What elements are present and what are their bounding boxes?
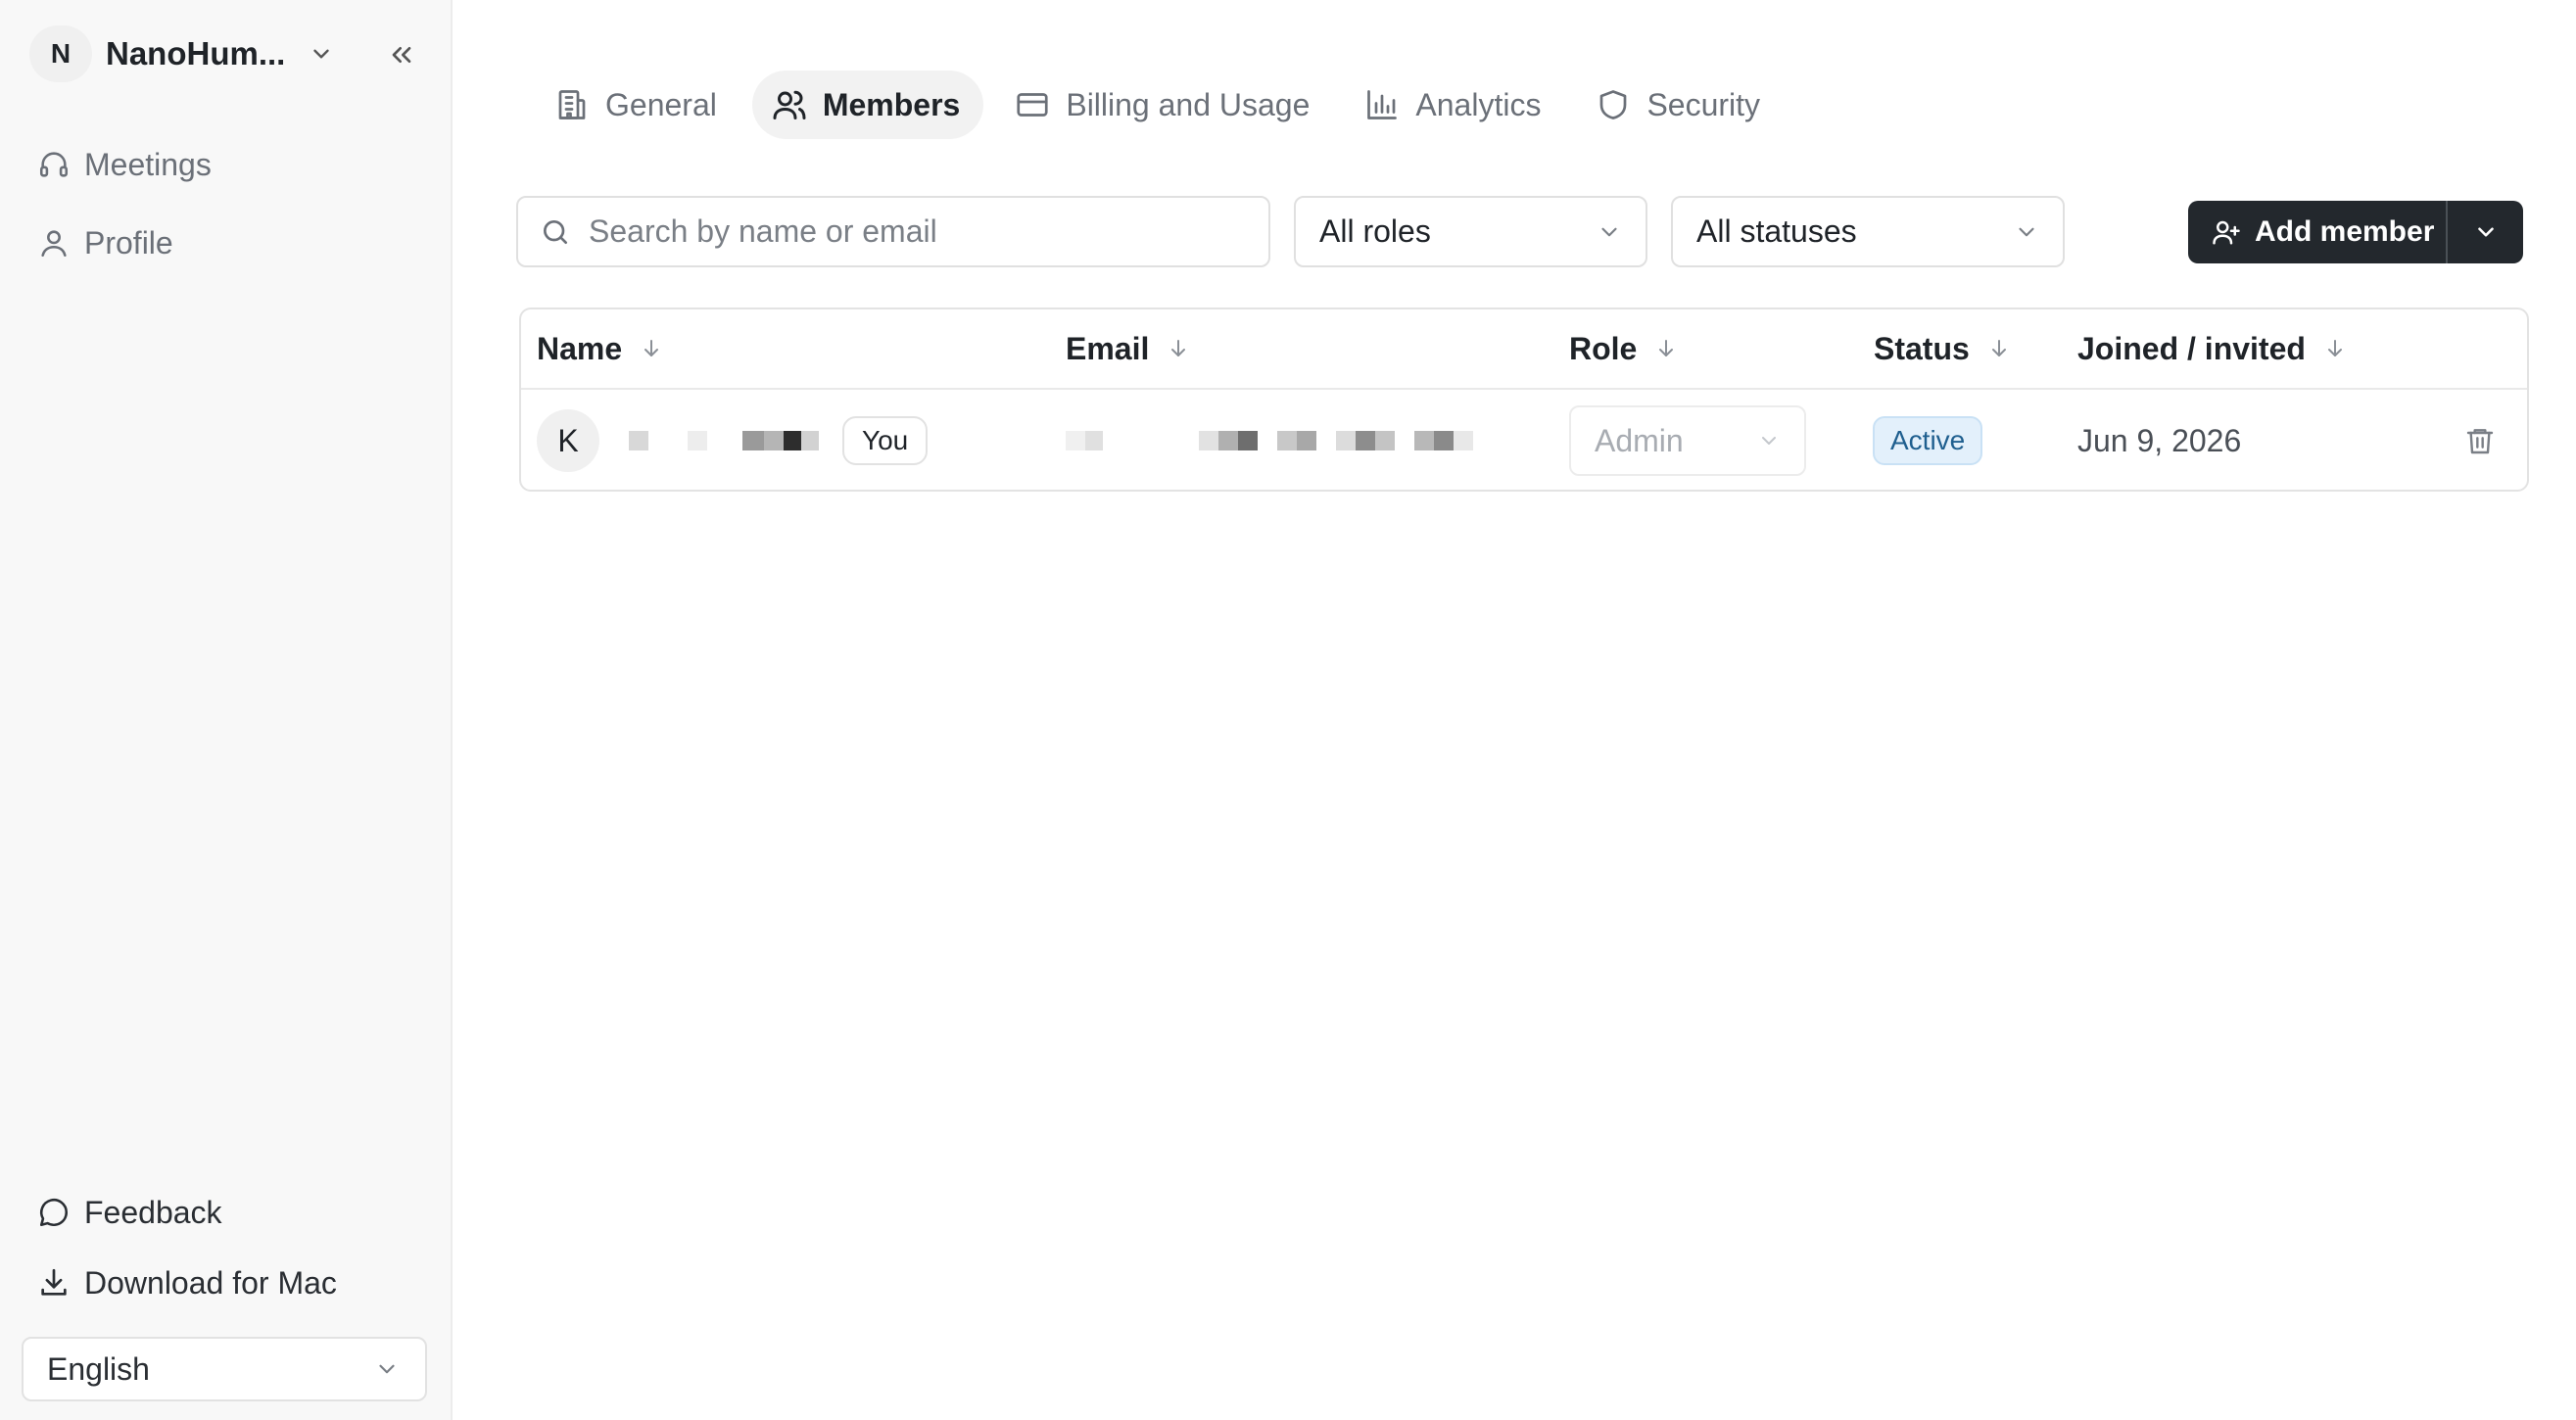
shield-icon xyxy=(1596,87,1631,122)
download-icon xyxy=(37,1266,71,1300)
avatar: K xyxy=(537,409,599,472)
tab-members[interactable]: Members xyxy=(751,71,984,139)
user-plus-icon xyxy=(2212,217,2241,247)
credit-card-icon xyxy=(1015,87,1050,122)
chevrons-left-icon xyxy=(386,39,417,71)
delete-member-button[interactable] xyxy=(2464,390,2496,492)
role-filter-value: All roles xyxy=(1319,213,1431,249)
add-member-label: Add member xyxy=(2255,215,2435,248)
column-header-role[interactable]: Role xyxy=(1569,309,1678,388)
name-cell: K You xyxy=(537,390,929,492)
role-filter-select[interactable]: All roles xyxy=(1294,196,1647,267)
sidebar-item-meetings[interactable]: Meetings xyxy=(37,139,419,190)
chevron-down-icon xyxy=(2473,219,2499,245)
joined-date: Jun 9, 2026 xyxy=(2077,422,2242,458)
workspace-name: NanoHum... xyxy=(106,35,286,71)
feedback-label: Feedback xyxy=(84,1194,222,1230)
tab-label: Billing and Usage xyxy=(1066,86,1311,122)
redacted-email xyxy=(1066,431,1473,450)
arrow-down-icon xyxy=(1167,337,1190,360)
column-label: Status xyxy=(1874,330,1970,366)
role-select[interactable]: Admin xyxy=(1569,405,1806,476)
tab-label: Security xyxy=(1646,86,1761,122)
sidebar-item-profile[interactable]: Profile xyxy=(37,217,419,268)
column-label: Name xyxy=(537,330,623,366)
status-badge: Active xyxy=(1873,416,1983,465)
sidebar: N NanoHum... Meetings Profile Feedback D… xyxy=(0,0,453,1420)
tab-label: Members xyxy=(822,86,961,122)
member-search[interactable] xyxy=(516,196,1270,267)
arrow-down-icon xyxy=(640,337,663,360)
column-header-email[interactable]: Email xyxy=(1066,309,1190,388)
status-cell: Active xyxy=(1873,390,1983,492)
arrow-down-icon xyxy=(1654,337,1678,360)
column-header-name[interactable]: Name xyxy=(537,309,663,388)
tab-security[interactable]: Security xyxy=(1576,71,1784,139)
tab-analytics[interactable]: Analytics xyxy=(1345,71,1564,139)
tab-label: Analytics xyxy=(1415,86,1542,122)
chevron-down-icon xyxy=(309,41,334,67)
you-badge: You xyxy=(842,416,929,465)
status-filter-select[interactable]: All statuses xyxy=(1671,196,2065,267)
redacted-name xyxy=(629,431,819,450)
sidebar-item-label: Profile xyxy=(84,224,173,260)
table-header: Name Email Role Status Joined / invited xyxy=(521,309,2527,390)
sidebar-item-label: Meetings xyxy=(84,146,212,182)
joined-cell: Jun 9, 2026 xyxy=(2077,390,2241,492)
building-icon xyxy=(554,87,590,122)
tab-label: General xyxy=(605,86,717,122)
collapse-sidebar-button[interactable] xyxy=(382,35,421,74)
download-mac-link[interactable]: Download for Mac xyxy=(37,1257,419,1308)
tab-general[interactable]: General xyxy=(535,71,740,139)
headset-icon xyxy=(37,148,71,181)
status-filter-value: All statuses xyxy=(1696,213,1857,249)
chevron-down-icon xyxy=(1757,429,1781,452)
download-label: Download for Mac xyxy=(84,1264,337,1301)
add-member-button[interactable]: Add member xyxy=(2188,201,2446,263)
arrow-down-icon xyxy=(1987,337,2011,360)
role-value: Admin xyxy=(1595,422,1684,458)
role-cell: Admin xyxy=(1569,390,1806,492)
language-select[interactable]: English xyxy=(22,1337,427,1401)
tab-billing[interactable]: Billing and Usage xyxy=(995,71,1333,139)
search-icon xyxy=(540,216,571,248)
workspace-switcher[interactable]: N NanoHum... xyxy=(29,25,392,82)
feedback-link[interactable]: Feedback xyxy=(37,1187,419,1238)
column-header-joined[interactable]: Joined / invited xyxy=(2077,309,2347,388)
bar-chart-icon xyxy=(1364,87,1400,122)
trash-icon xyxy=(2464,425,2496,456)
user-icon xyxy=(37,226,71,260)
column-label: Joined / invited xyxy=(2077,330,2306,366)
arrow-down-icon xyxy=(2323,337,2347,360)
members-table: Name Email Role Status Joined / invited xyxy=(519,308,2529,492)
workspace-avatar: N xyxy=(29,25,92,82)
message-circle-icon xyxy=(37,1196,71,1229)
column-label: Role xyxy=(1569,330,1638,366)
chevron-down-icon xyxy=(374,1356,400,1382)
add-member-split-button: Add member xyxy=(2188,201,2523,263)
chevron-down-icon xyxy=(1597,219,1622,245)
language-value: English xyxy=(47,1350,150,1387)
users-icon xyxy=(772,87,807,122)
chevron-down-icon xyxy=(2014,219,2039,245)
settings-tabs: General Members Billing and Usage Analyt… xyxy=(535,71,1784,139)
column-header-status[interactable]: Status xyxy=(1874,309,2011,388)
table-row: K You Admin Active Jun 9, 2026 xyxy=(521,390,2527,492)
column-label: Email xyxy=(1066,330,1150,366)
add-member-options-button[interactable] xyxy=(2446,201,2523,263)
search-input[interactable] xyxy=(589,213,1235,250)
email-cell xyxy=(1066,390,1473,492)
